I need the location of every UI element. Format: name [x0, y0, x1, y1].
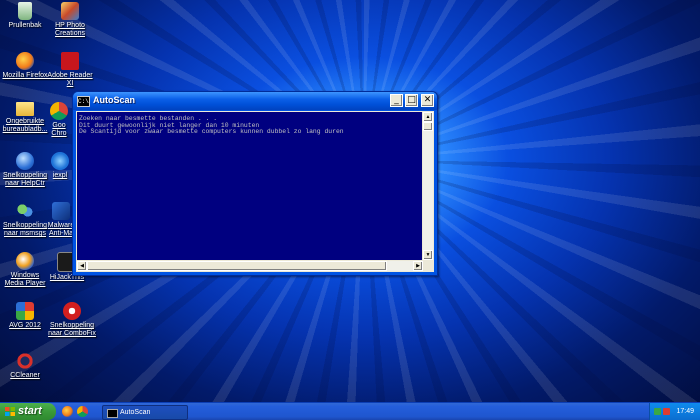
console-line: De Scantijd voor zwaar besmette computer… — [79, 128, 344, 136]
google-chrome-icon — [50, 102, 68, 120]
msmsgs-shortcut-icon — [16, 202, 34, 220]
combofix-shortcut-icon — [63, 302, 81, 320]
desktop-icon-label: Mozilla Firefox — [2, 72, 48, 79]
desktop-icon-label: Snelkoppeling naar HelpCtr — [3, 172, 47, 187]
taskbar-item-label: AutoScan — [120, 409, 151, 416]
desktop-icon-label: AVG 2012 — [9, 322, 41, 329]
malwarebytes-icon — [52, 202, 70, 220]
window-title: AutoScan — [93, 95, 136, 105]
horizontal-scroll-thumb[interactable] — [87, 261, 387, 271]
close-button[interactable]: ✕ — [421, 94, 434, 107]
scroll-right-icon[interactable]: ▶ — [413, 261, 423, 271]
desktop-icon-label: CCleaner — [10, 372, 40, 379]
desktop-icon-label: Prullenbak — [8, 22, 42, 29]
scroll-up-icon[interactable]: ▲ — [423, 112, 433, 122]
desktop-icon-label: iexpl — [52, 172, 68, 179]
desktop-icon-internet-explorer[interactable]: iexpl — [47, 152, 73, 180]
console-icon — [107, 409, 118, 418]
tray-security-icon[interactable] — [663, 408, 670, 415]
desktop-icon-label: Windows Media Player — [4, 272, 46, 287]
desktop-icon-malwarebytes[interactable]: Malware Anti-Ma — [47, 202, 75, 238]
unused-shortcuts-folder-icon — [16, 102, 34, 116]
windows-flag-icon — [5, 407, 15, 416]
desktop-icon-label: Ongebruikte bureaubladb... — [2, 118, 48, 133]
internet-explorer-icon — [51, 152, 69, 170]
desktop-icon-unused-shortcuts[interactable]: Ongebruikte bureaubladb... — [2, 102, 48, 134]
desktop-icon-adobe-reader[interactable]: Adobe Reader XI — [47, 52, 93, 88]
desktop-icon-helpctr[interactable]: Snelkoppeling naar HelpCtr — [2, 152, 48, 188]
start-label: start — [18, 405, 42, 417]
adobe-reader-icon — [61, 52, 79, 70]
console-icon: C:\ — [77, 96, 90, 107]
tray-network-icon[interactable] — [654, 408, 661, 415]
taskbar: start AutoScan 17:49 — [0, 402, 700, 420]
desktop-icon-label: Malware Anti-Ma — [47, 222, 75, 237]
desktop-icon-mozilla-firefox[interactable]: Mozilla Firefox — [2, 52, 48, 80]
windows-media-player-icon — [16, 252, 34, 270]
taskbar-item-autoscan[interactable]: AutoScan — [102, 405, 188, 420]
desktop-icon-label: Adobe Reader XI — [47, 72, 93, 87]
desktop-icon-label: Snelkoppeling naar ComboFix — [48, 322, 96, 337]
window-titlebar[interactable]: C:\ AutoScan _ □ ✕ — [73, 92, 437, 110]
system-tray: 17:49 — [649, 403, 700, 420]
ccleaner-icon — [16, 352, 34, 370]
desktop-icon-combofix[interactable]: Snelkoppeling naar ComboFix — [47, 302, 97, 338]
quicklaunch-firefox-icon[interactable] — [62, 406, 73, 417]
autoscan-window[interactable]: C:\ AutoScan _ □ ✕ Zoeken naar besmette … — [72, 91, 438, 276]
desktop-icon-avg-2012[interactable]: AVG 2012 — [2, 302, 48, 330]
desktop-icon-msmsgs[interactable]: Snelkoppeling naar msmsgs — [2, 202, 48, 238]
avg-2012-icon — [16, 302, 34, 320]
clock[interactable]: 17:49 — [676, 403, 694, 420]
horizontal-scrollbar[interactable]: ◀ ▶ — [77, 261, 423, 271]
recycle-bin-icon — [18, 2, 32, 20]
quicklaunch-chrome-icon[interactable] — [77, 406, 88, 417]
console-output[interactable]: Zoeken naar besmette bestanden . . . Dit … — [77, 112, 422, 260]
desktop-icon-windows-media-player[interactable]: Windows Media Player — [2, 252, 48, 288]
mozilla-firefox-icon — [16, 52, 34, 70]
minimize-button[interactable]: _ — [390, 94, 403, 107]
maximize-button[interactable]: □ — [405, 94, 418, 107]
desktop-icon-hp-photo-creations[interactable]: HP Photo Creations — [47, 2, 93, 38]
scroll-left-icon[interactable]: ◀ — [77, 261, 87, 271]
start-button[interactable]: start — [0, 403, 56, 420]
helpctr-shortcut-icon — [16, 152, 34, 170]
desktop-icon-label: Snelkoppeling naar msmsgs — [3, 222, 47, 237]
vertical-scroll-thumb[interactable] — [423, 122, 433, 131]
desktop-icon-recycle-bin[interactable]: Prullenbak — [2, 2, 48, 30]
desktop-icon-label: HP Photo Creations — [55, 22, 85, 37]
window-client: Zoeken naar besmette bestanden . . . Dit … — [76, 111, 434, 272]
vertical-scrollbar[interactable]: ▲ ▼ — [423, 112, 433, 260]
desktop-icon-google-chrome[interactable]: Goo Chro — [47, 102, 71, 138]
desktop-icon-label: Goo Chro — [51, 122, 67, 137]
desktop-icon-ccleaner[interactable]: CCleaner — [2, 352, 48, 380]
scroll-down-icon[interactable]: ▼ — [423, 250, 433, 260]
hp-photo-creations-icon — [61, 2, 79, 20]
